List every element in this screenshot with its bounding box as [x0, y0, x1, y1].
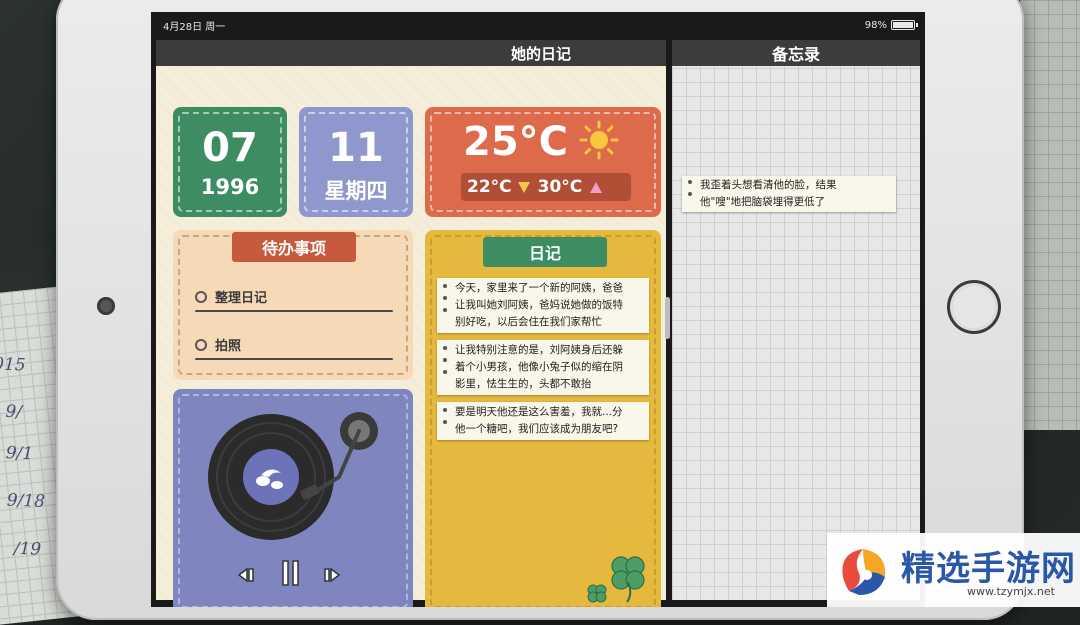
record-player[interactable] — [203, 405, 383, 555]
scribble: 9/18 — [6, 490, 46, 512]
diary-pane: 她的日记 07 1996 11 星期四 25°C 22°C 30°C 待办事项 … — [156, 40, 666, 607]
music-controls — [173, 557, 413, 591]
status-date: 4月28日 周一 — [163, 21, 226, 33]
scribble: 2015 — [0, 353, 26, 376]
journal-card: 日记 今天，家里来了一个新的阿姨，爸爸 让我叫她刘阿姨，爸妈说她做的饭特 别好吃… — [425, 230, 661, 607]
checkbox-circle-icon[interactable] — [195, 339, 207, 351]
day-card: 11 星期四 — [299, 107, 413, 217]
todo-label: 整理日记 — [215, 291, 268, 306]
journal-title: 日记 — [483, 237, 607, 267]
todo-item[interactable]: 拍照 — [195, 334, 395, 360]
checkbox-circle-icon[interactable] — [195, 291, 207, 303]
journal-entry[interactable]: 让我特别注意的是，刘阿姨身后还躲 着个小男孩，他像小兔子似的缩在阴 影里，怯生生… — [437, 340, 649, 395]
tablet-screen: 4月28日 周一 98% 她的日记 07 1996 11 星期四 25°C 22… — [151, 12, 925, 607]
scribble: 9/ — [5, 401, 23, 423]
brand-logo-icon — [842, 549, 886, 595]
year-number: 1996 — [200, 175, 260, 199]
split-view-handle[interactable] — [665, 297, 670, 339]
todo-item[interactable]: 整理日记 — [195, 286, 395, 312]
diary-header: 她的日记 — [156, 40, 666, 66]
todo-title: 待办事项 — [232, 232, 356, 262]
sun-icon — [579, 120, 619, 160]
next-icon[interactable] — [323, 567, 343, 583]
day-number: 11 — [328, 125, 384, 171]
clover-icon — [587, 584, 607, 603]
watermark-url: www.tzymjx.net — [967, 585, 1055, 598]
scribble: /19 — [13, 538, 42, 560]
journal-entry[interactable]: 今天，家里来了一个新的阿姨，爸爸 让我叫她刘阿姨，爸妈说她做的饭特 别好吃，以后… — [437, 278, 649, 333]
memo-header: 备忘录 — [672, 40, 920, 66]
status-bar: 4月28日 周一 98% — [151, 12, 925, 38]
diary-title: 她的日记 — [510, 44, 571, 63]
battery-icon — [891, 20, 918, 30]
temp-range: 22°C 30°C — [461, 173, 631, 201]
desk-paper-right — [1020, 0, 1080, 430]
memo-title: 备忘录 — [771, 45, 820, 64]
current-temp: 25°C — [463, 119, 569, 165]
weekday-label: 星期四 — [324, 179, 388, 203]
camera-icon — [97, 297, 115, 315]
home-button[interactable] — [947, 280, 1001, 334]
watermark-brand: 精选手游网 — [901, 549, 1076, 589]
low-temp: 22°C — [467, 177, 512, 197]
prev-icon[interactable] — [235, 567, 255, 583]
battery-percent: 98% — [864, 19, 887, 31]
journal-entry[interactable]: 要是明天他还是这么害羞，我就...分 他一个糖吧，我们应该成为朋友吧? — [437, 402, 649, 440]
scribble: 9/1 — [5, 443, 34, 465]
weather-card: 25°C 22°C 30°C — [425, 107, 661, 217]
month-card: 07 1996 — [173, 107, 287, 217]
high-temp: 30°C — [537, 177, 583, 197]
todo-card: 待办事项 整理日记 拍照 — [173, 230, 413, 380]
memo-note[interactable]: 我歪着头想看清他的脸，结果 他"嗖"地把脑袋埋得更低了 — [682, 176, 896, 212]
memo-pane: 备忘录 我歪着头想看清他的脸，结果 他"嗖"地把脑袋埋得更低了 — [672, 40, 920, 600]
todo-label: 拍照 — [215, 339, 242, 354]
pause-icon[interactable] — [281, 559, 301, 587]
arrow-up-icon — [590, 181, 603, 193]
arrow-down-icon — [517, 181, 530, 193]
watermark: 精选手游网 www.tzymjx.net — [827, 533, 1080, 607]
month-number: 07 — [202, 125, 258, 171]
music-player-card — [173, 389, 413, 607]
